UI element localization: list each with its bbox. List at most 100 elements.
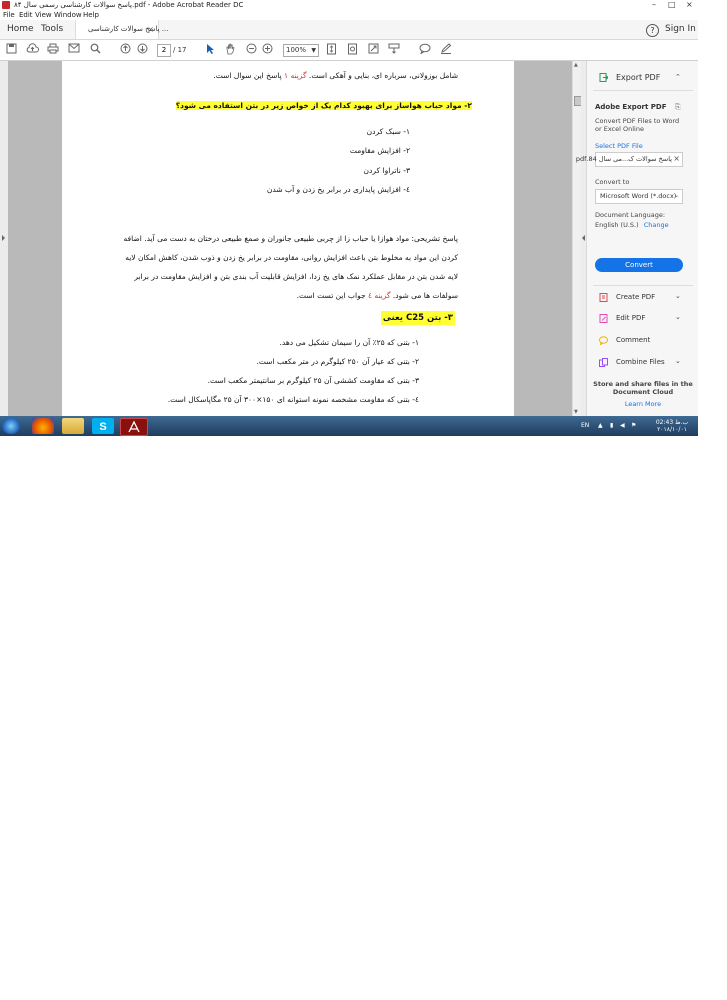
convert-button[interactable]: Convert: [595, 258, 683, 272]
full-screen-icon[interactable]: [366, 43, 380, 57]
chevron-down-icon: ⌄: [675, 292, 681, 300]
fit-page-icon[interactable]: [324, 43, 338, 57]
question-2-heading: ۲- مواد حباب هواساز برای بهبود کدام یک ا…: [175, 101, 472, 110]
flag-icon[interactable]: ⚑: [631, 416, 636, 436]
tab-document[interactable]: پاسخ سوالات کارشناسی ... ×: [75, 20, 169, 39]
page-total: / 17: [173, 46, 187, 54]
edit-pdf-label: Edit PDF: [616, 314, 646, 322]
info-icon[interactable]: ⎘: [675, 103, 685, 112]
export-pdf-header[interactable]: Export PDF ⌃: [587, 71, 698, 85]
doc-line-1: شامل بوزولانی، سرباره ای، بنایی و آهکی ا…: [213, 71, 458, 80]
edit-pdf-tool[interactable]: Edit PDF ⌄: [587, 312, 698, 326]
selected-file-field[interactable]: پاسخ سوالات ک...می سال 84.pdf ×: [576, 152, 683, 167]
select-pdf-label: Select PDF File: [595, 142, 643, 150]
hand-tool-icon[interactable]: [223, 43, 237, 57]
chevron-up-icon: ⌃: [675, 73, 681, 81]
q3-option-2: ۲- بتنی که عیار آن ۲۵۰ کیلوگرم در متر مک…: [256, 357, 419, 366]
doc-language-label: Document Language:: [595, 211, 666, 219]
nav-bar: Home Tools پاسخ سوالات کارشناسی ... × ? …: [0, 20, 698, 40]
combine-files-tool[interactable]: Combine Files ⌄: [587, 356, 698, 370]
menu-window[interactable]: Window: [54, 10, 82, 20]
divider: [593, 90, 693, 91]
answer-reference: گزینه ٤: [367, 291, 391, 300]
document-tab-label: پاسخ سوالات کارشناسی ...: [88, 25, 169, 33]
q2-option-3: ۳- ناتراوا کردن: [363, 166, 410, 175]
change-language-link[interactable]: Change: [644, 221, 669, 229]
pen-sign-icon[interactable]: [439, 43, 453, 57]
help-icon[interactable]: ?: [646, 24, 659, 37]
minimize-button[interactable]: –: [652, 0, 656, 10]
explanation-line-4: سولفات ها می شود. گزینه ٤ جواب این تست ا…: [296, 291, 458, 300]
clear-file-icon[interactable]: ×: [673, 154, 680, 163]
page-down-icon[interactable]: [135, 43, 149, 57]
explanation-line-3: لایه شدن بتن در مقابل عملکرد نمک های یخ …: [134, 272, 458, 281]
save-icon[interactable]: [4, 43, 18, 57]
zoom-level-value: 100%: [286, 46, 307, 54]
rotate-view-icon[interactable]: [345, 43, 359, 57]
network-icon[interactable]: ▮: [610, 416, 613, 436]
page-number-input[interactable]: 2: [157, 44, 171, 57]
menu-bar: File Edit View Window Help: [0, 10, 698, 20]
acrobat-taskbar-icon[interactable]: [120, 418, 148, 436]
explanation-line-1: پاسخ تشریحی: مواد هوازا یا حباب زا از چر…: [123, 234, 459, 243]
sign-in-link[interactable]: Sign In: [665, 20, 696, 39]
q2-option-4: ٤- افزایش پایداری در برابر یخ زدن و آب ش…: [266, 185, 410, 194]
email-icon[interactable]: [67, 43, 81, 57]
q2-option-1: ۱- سبک کردن: [366, 127, 410, 136]
page-up-icon[interactable]: [118, 43, 132, 57]
toolbar: 2 / 17 100% ▼: [0, 40, 698, 61]
zoom-in-icon[interactable]: [260, 43, 274, 57]
tab-tools[interactable]: Tools: [41, 20, 63, 39]
menu-view[interactable]: View: [35, 10, 52, 20]
zoom-level-select[interactable]: 100% ▼: [283, 44, 319, 57]
export-desc-1: Convert PDF Files to Word: [595, 117, 680, 125]
skype-icon[interactable]: S: [92, 418, 114, 434]
comment-icon[interactable]: [418, 43, 432, 57]
close-window-button[interactable]: ×: [686, 0, 693, 10]
chevron-down-icon: ⌄: [675, 313, 681, 321]
convert-to-select[interactable]: Microsoft Word (*.docx) ⌄: [595, 189, 683, 204]
menu-file[interactable]: File: [3, 10, 15, 20]
convert-to-label: Convert to: [595, 178, 630, 186]
tab-home[interactable]: Home: [7, 20, 34, 39]
search-icon[interactable]: [88, 43, 102, 57]
left-panel-collapsed[interactable]: [0, 61, 8, 416]
document-view[interactable]: شامل بوزولانی، سرباره ای، بنایی و آهکی ا…: [8, 61, 572, 416]
upload-cloud-icon[interactable]: [25, 43, 39, 57]
zoom-out-icon[interactable]: [244, 43, 258, 57]
selected-file-name: پاسخ سوالات ک...می سال 84.pdf: [575, 155, 672, 163]
chevron-down-icon: ⌄: [675, 357, 681, 365]
learn-more-link[interactable]: Learn More: [587, 400, 698, 408]
q3-option-1: ۱- بتنی که ۲۵٪ آن را سیمان تشکیل می دهد.: [279, 338, 419, 347]
chevron-down-icon: ⌄: [673, 192, 679, 199]
menu-help[interactable]: Help: [83, 10, 99, 20]
create-pdf-label: Create PDF: [616, 293, 656, 301]
firefox-icon[interactable]: [32, 418, 54, 434]
show-hidden-icons-icon[interactable]: ▲: [598, 416, 603, 436]
combine-files-label: Combine Files: [616, 358, 665, 366]
language-indicator[interactable]: EN: [581, 416, 589, 436]
q3-option-3: ۳- بتنی که مقاومت کششی آن ۲۵ کیلوگرم بر …: [207, 376, 419, 385]
divider: [593, 285, 693, 286]
scrolling-mode-icon[interactable]: [387, 43, 401, 57]
clock-date: ۲۰۱۸/۱۰/۰۱: [657, 426, 687, 433]
print-icon[interactable]: [46, 43, 60, 57]
scroll-down-icon[interactable]: ▼: [574, 409, 578, 415]
comment-tool[interactable]: Comment: [587, 334, 698, 348]
maximize-button[interactable]: □: [668, 0, 676, 10]
doc-language-row: English (U.S.) Change: [595, 221, 698, 229]
volume-icon[interactable]: ◀: [620, 416, 625, 436]
start-button-icon[interactable]: [2, 418, 20, 434]
close-tab-icon[interactable]: ×: [147, 20, 154, 39]
scroll-up-icon[interactable]: ▲: [574, 62, 578, 68]
q2-option-2: ۲- افزایش مقاومت: [349, 146, 410, 155]
windows-taskbar: S EN ▲ ▮ ◀ ⚑ 02:43 ب.ظ ۲۰۱۸/۱۰/۰۱: [0, 416, 698, 436]
system-clock[interactable]: 02:43 ب.ظ ۲۰۱۸/۱۰/۰۱: [650, 419, 694, 433]
file-explorer-icon[interactable]: [62, 418, 84, 434]
q3-option-4: ٤- بتنی که مقاومت مشخصه نمونه استوانه ای…: [167, 395, 419, 404]
select-arrow-icon[interactable]: [203, 43, 217, 57]
acrobat-window: پاسخ سوالات کارشناسی رسمی سال ۸۴.pdf - A…: [0, 0, 698, 436]
create-pdf-tool[interactable]: Create PDF ⌄: [587, 291, 698, 305]
menu-edit[interactable]: Edit: [19, 10, 33, 20]
question-3-heading: ۳- بتن C25 یعنی: [380, 311, 455, 325]
